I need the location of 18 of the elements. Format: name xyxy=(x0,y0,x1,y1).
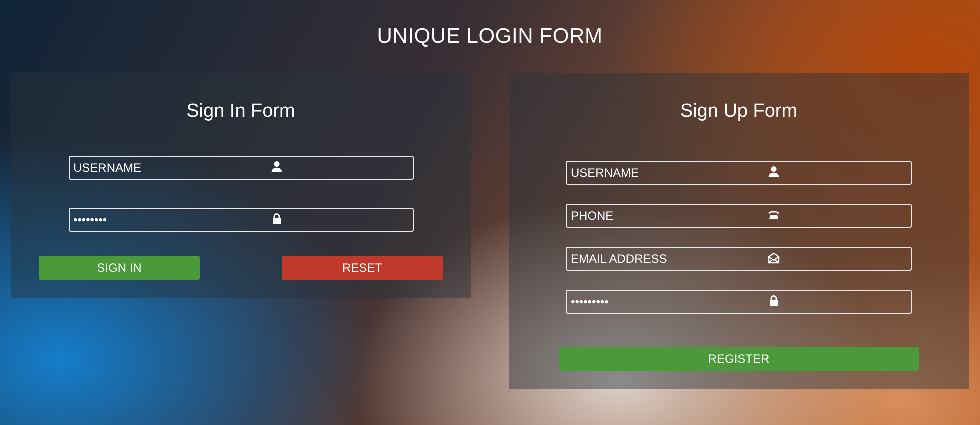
lock-icon xyxy=(270,213,282,225)
form-heading: Sign In Form xyxy=(186,101,296,124)
page-title: UNIQUE LOGIN FORM xyxy=(377,25,603,49)
input-field[interactable]: USERNAME xyxy=(68,156,414,180)
submit-button[interactable]: SIGN IN xyxy=(39,256,200,280)
lock-icon xyxy=(768,295,780,307)
envelope-icon xyxy=(768,252,780,264)
input-field[interactable]: ••••••••• xyxy=(566,290,912,314)
form-heading: Sign Up Form xyxy=(680,101,798,124)
phone-icon xyxy=(768,209,780,221)
reset-button[interactable]: RESET xyxy=(282,256,443,280)
input-field[interactable]: USERNAME xyxy=(566,161,912,185)
input-field[interactable]: •••••••• xyxy=(68,208,414,232)
submit-button[interactable]: REGISTER xyxy=(559,347,919,371)
input-field[interactable]: EMAIL ADDRESS xyxy=(566,247,912,271)
input-field[interactable]: PHONE xyxy=(566,204,912,228)
user-icon xyxy=(270,161,282,173)
user-icon xyxy=(768,166,780,178)
